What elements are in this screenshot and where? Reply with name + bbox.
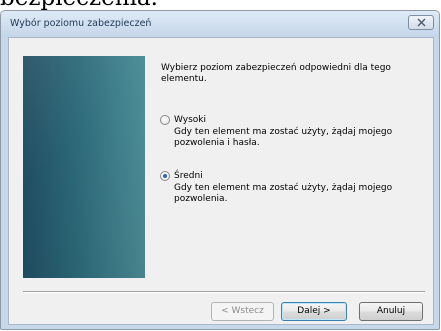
- window-title: Wybór poziomu zabezpieczeń: [10, 18, 152, 29]
- side-image-shading: [23, 56, 145, 278]
- separator: [23, 291, 425, 293]
- back-button[interactable]: < Wstecz: [211, 302, 274, 321]
- radio-high-description: Gdy ten element ma zostać użyty, żądaj m…: [174, 127, 393, 148]
- dialog-body: Wybierz poziom zabezpieczeń odpowiedni d…: [8, 37, 434, 325]
- radio-selected-dot: [163, 174, 167, 178]
- radio-high-circle[interactable]: [160, 115, 170, 125]
- close-icon: [417, 18, 426, 27]
- cancel-button[interactable]: Anuluj: [359, 302, 423, 321]
- security-level-dialog: Wybór poziomu zabezpieczeń Wybierz pozio…: [0, 10, 440, 330]
- title-bar[interactable]: Wybór poziomu zabezpieczeń: [1, 11, 439, 37]
- radio-medium-circle[interactable]: [160, 171, 170, 181]
- instruction-text: Wybierz poziom zabezpieczeń odpowiedni d…: [161, 63, 391, 84]
- radio-high-label[interactable]: Wysoki: [174, 114, 206, 126]
- wizard-side-image: [23, 56, 145, 278]
- radio-medium-label[interactable]: Średni: [174, 170, 203, 182]
- radio-medium-description: Gdy ten element ma zostać użyty, żądaj m…: [174, 183, 393, 204]
- next-button[interactable]: Dalej >: [281, 302, 347, 321]
- close-button[interactable]: [408, 15, 434, 30]
